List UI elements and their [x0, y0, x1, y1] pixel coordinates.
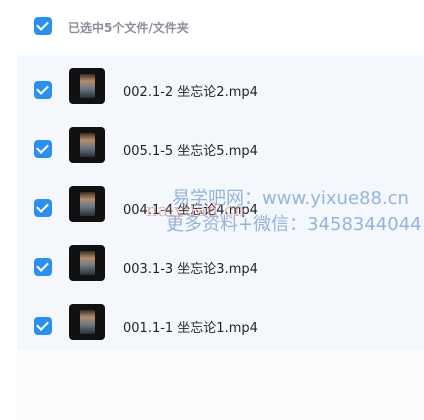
video-thumbnail — [69, 304, 105, 340]
select-all-checkbox[interactable] — [34, 17, 52, 35]
file-checkbox[interactable] — [34, 140, 52, 158]
file-row[interactable]: 003.1-3 坐忘论3.mp4 — [0, 238, 424, 296]
video-thumbnail — [69, 68, 105, 104]
file-checkbox[interactable] — [34, 199, 52, 217]
video-thumbnail — [69, 245, 105, 281]
file-row[interactable]: 001.1-1 坐忘论1.mp4 — [0, 297, 424, 355]
file-checkbox[interactable] — [34, 81, 52, 99]
file-row[interactable]: 005.1-5 坐忘论5.mp4 — [0, 120, 424, 178]
file-row[interactable]: 002.1-2 坐忘论2.mp4 — [0, 61, 424, 119]
file-name[interactable]: 003.1-3 坐忘论3.mp4 — [123, 258, 258, 277]
file-name[interactable]: 002.1-2 坐忘论2.mp4 — [123, 81, 258, 100]
video-thumbnail — [69, 127, 105, 163]
watermark-text: naiyuad.cn — [146, 200, 246, 221]
file-checkbox[interactable] — [34, 258, 52, 276]
file-name[interactable]: 005.1-5 坐忘论5.mp4 — [123, 140, 258, 159]
file-name[interactable]: 001.1-1 坐忘论1.mp4 — [123, 317, 258, 336]
selection-count-label: 已选中5个文件/文件夹 — [68, 21, 189, 35]
file-checkbox[interactable] — [34, 317, 52, 335]
video-thumbnail — [69, 186, 105, 222]
